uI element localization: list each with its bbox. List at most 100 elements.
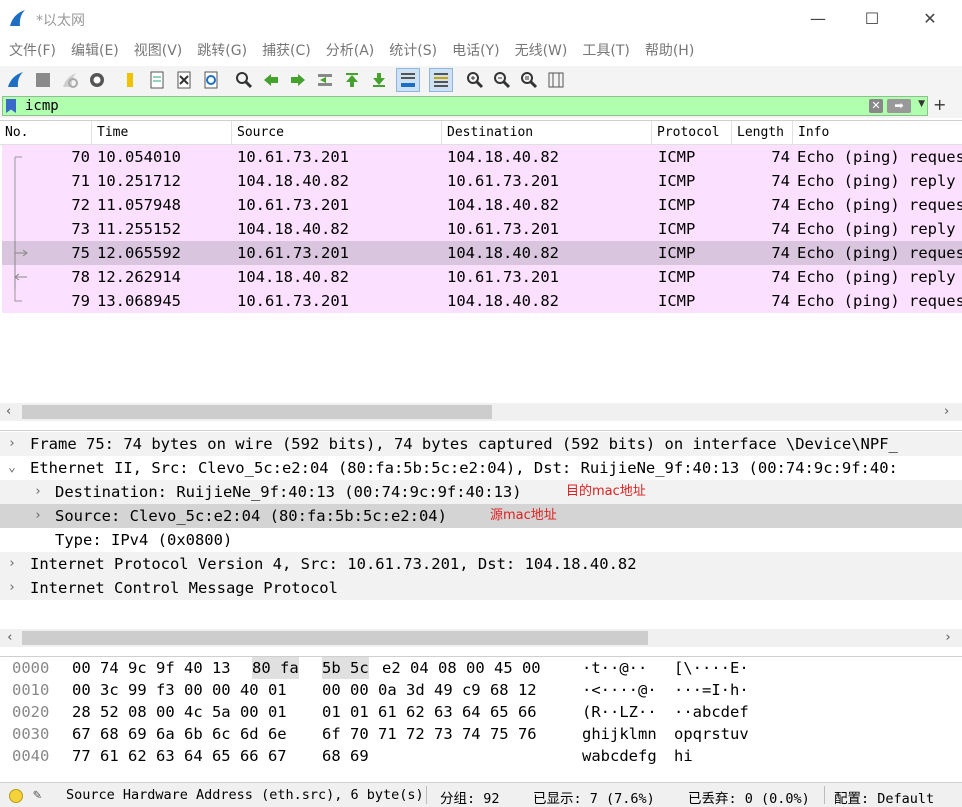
expand-chevron-icon[interactable]: › xyxy=(34,480,42,504)
cell-info: Echo (ping) request xyxy=(797,244,962,262)
byte-row[interactable]: 0030 67 68 69 6a 6b 6c 6d 6e 6f 70 71 72 7… xyxy=(0,723,962,745)
maximize-button[interactable]: ☐ xyxy=(860,8,884,28)
resize-columns-icon[interactable] xyxy=(544,68,568,92)
add-filter-button-icon[interactable]: + xyxy=(933,95,946,114)
go-forward-icon[interactable] xyxy=(286,68,310,92)
filter-dropdown-icon[interactable]: ▼ xyxy=(918,99,925,109)
cell-info: Echo (ping) reply xyxy=(797,268,956,286)
packet-row[interactable]: 75 12.065592 10.61.73.201 104.18.40.82 ICMP 7… xyxy=(2,241,962,265)
column-destination[interactable]: Destination xyxy=(442,121,652,145)
packet-row[interactable]: 78 12.262914 104.18.40.82 10.61.73.201 ICMP 7… xyxy=(2,265,962,289)
options-gear-icon[interactable] xyxy=(85,68,109,92)
status-packets: 分组: 92 xyxy=(440,791,500,807)
column-info[interactable]: Info xyxy=(793,121,962,145)
byte-row[interactable]: 0010 00 3c 99 f3 00 00 40 01 00 00 0a 3d 4… xyxy=(0,679,962,701)
detail-frame[interactable]: › Frame 75: 74 bytes on wire (592 bits),… xyxy=(0,432,962,456)
column-time[interactable]: Time xyxy=(92,121,232,145)
ascii-bytes: opqrstuv xyxy=(674,725,749,743)
menu-file[interactable]: 文件(F) xyxy=(9,38,56,64)
file-icon[interactable] xyxy=(145,68,169,92)
cell-info: Echo (ping) request xyxy=(797,196,962,214)
go-to-packet-icon[interactable] xyxy=(313,68,337,92)
shark-fin-start-icon[interactable] xyxy=(4,68,28,92)
expand-chevron-icon[interactable]: › xyxy=(34,504,42,528)
normal-size-icon[interactable] xyxy=(517,68,541,92)
scroll-left-icon[interactable]: ‹ xyxy=(6,630,14,645)
capture-status-icon[interactable] xyxy=(9,789,23,803)
ascii-bytes: hi xyxy=(674,747,693,765)
stop-icon[interactable] xyxy=(31,68,55,92)
scroll-thumb[interactable] xyxy=(22,631,648,645)
minimize-button[interactable]: — xyxy=(806,8,830,28)
cell-info: Echo (ping) request xyxy=(797,292,962,310)
packet-details: › Frame 75: 74 bytes on wire (592 bits),… xyxy=(0,430,962,650)
zoom-out-icon[interactable] xyxy=(490,68,514,92)
reload-icon[interactable] xyxy=(199,68,223,92)
filter-value[interactable]: icmp xyxy=(25,98,59,114)
detail-eth-source[interactable]: › Source: Clevo_5c:e2:04 (80:fa:5b:5c:e2… xyxy=(0,504,962,528)
filter-bookmark-icon[interactable] xyxy=(6,99,16,113)
column-length[interactable]: Length xyxy=(732,121,793,145)
expand-chevron-icon[interactable]: › xyxy=(8,552,16,576)
byte-row[interactable]: 0020 28 52 08 00 4c 5a 00 01 01 01 61 62 6… xyxy=(0,701,962,723)
apply-filter-icon[interactable]: ➡ xyxy=(887,99,911,113)
capture-comment-icon[interactable]: ✎ xyxy=(33,787,41,803)
column-source[interactable]: Source xyxy=(232,121,442,145)
detail-eth-type[interactable]: Type: IPv4 (0x0800) xyxy=(0,528,962,552)
menu-edit[interactable]: 编辑(E) xyxy=(71,38,119,64)
details-hscroll[interactable]: ‹ › xyxy=(0,629,962,647)
collapse-chevron-icon[interactable]: ⌄ xyxy=(8,456,16,480)
menu-go[interactable]: 跳转(G) xyxy=(197,38,247,64)
close-button[interactable]: ✕ xyxy=(918,8,942,28)
related-packet-icon xyxy=(14,217,16,241)
menu-wireless[interactable]: 无线(W) xyxy=(515,38,568,64)
menu-analyze[interactable]: 分析(A) xyxy=(326,38,375,64)
scroll-thumb[interactable] xyxy=(22,405,492,419)
cell-source: 104.18.40.82 xyxy=(237,172,349,190)
menu-telephony[interactable]: 电话(Y) xyxy=(452,38,499,64)
column-no[interactable]: No. xyxy=(0,121,92,145)
cell-destination: 104.18.40.82 xyxy=(447,148,559,166)
detail-ethernet[interactable]: ⌄ Ethernet II, Src: Clevo_5c:e2:04 (80:f… xyxy=(0,456,962,480)
open-folder-icon[interactable] xyxy=(118,68,142,92)
clear-filter-icon[interactable]: ✕ xyxy=(869,99,883,113)
menu-help[interactable]: 帮助(H) xyxy=(645,38,694,64)
menu-capture[interactable]: 捕获(C) xyxy=(262,38,311,64)
ascii-bytes: [\····E· xyxy=(674,659,749,677)
cell-no: 71 xyxy=(71,172,90,190)
packet-row[interactable]: 71 10.251712 104.18.40.82 10.61.73.201 ICMP 7… xyxy=(2,169,962,193)
packet-row[interactable]: 79 13.068945 10.61.73.201 104.18.40.82 ICMP 7… xyxy=(2,289,962,313)
menu-statistics[interactable]: 统计(S) xyxy=(389,38,437,64)
go-back-icon[interactable] xyxy=(259,68,283,92)
packet-row[interactable]: 73 11.255152 104.18.40.82 10.61.73.201 ICMP 7… xyxy=(2,217,962,241)
packet-row[interactable]: 72 11.057948 10.61.73.201 104.18.40.82 ICMP 7… xyxy=(2,193,962,217)
scroll-right-icon[interactable]: › xyxy=(944,404,949,419)
cell-source: 104.18.40.82 xyxy=(237,220,349,238)
packet-list-hscroll[interactable]: ‹ › xyxy=(0,403,962,421)
colorize-icon[interactable] xyxy=(429,68,453,92)
first-packet-icon[interactable] xyxy=(340,68,364,92)
packet-row[interactable]: 70 10.054010 10.61.73.201 104.18.40.82 ICMP 7… xyxy=(2,145,962,169)
scroll-right-icon[interactable]: › xyxy=(944,630,952,645)
restart-icon[interactable] xyxy=(58,68,82,92)
menu-tools[interactable]: 工具(T) xyxy=(582,38,629,64)
zoom-in-icon[interactable] xyxy=(463,68,487,92)
detail-ipv4[interactable]: › Internet Protocol Version 4, Src: 10.6… xyxy=(0,552,962,576)
display-filter-input[interactable]: icmp ✕ ➡ ▼ xyxy=(2,96,928,116)
close-file-icon[interactable] xyxy=(172,68,196,92)
last-packet-icon[interactable] xyxy=(367,68,391,92)
status-profile[interactable]: 配置: Default xyxy=(834,787,934,807)
expand-chevron-icon[interactable]: › xyxy=(8,576,16,600)
detail-eth-destination[interactable]: › Destination: RuijieNe_9f:40:13 (00:74:… xyxy=(0,480,962,504)
column-protocol[interactable]: Protocol xyxy=(652,121,732,145)
menu-view[interactable]: 视图(V) xyxy=(134,38,183,64)
expand-chevron-icon[interactable]: › xyxy=(8,432,16,456)
scroll-left-icon[interactable]: ‹ xyxy=(6,404,11,419)
main-toolbar xyxy=(0,66,962,94)
find-packet-icon[interactable] xyxy=(232,68,256,92)
cell-length: 74 xyxy=(771,220,790,238)
autoscroll-icon[interactable] xyxy=(396,68,420,92)
byte-row[interactable]: 0040 77 61 62 63 64 65 66 67 68 69 wabcdefg… xyxy=(0,745,962,767)
detail-icmp[interactable]: › Internet Control Message Protocol xyxy=(0,576,962,600)
byte-row[interactable]: 0000 00 74 9c 9f 40 13 80 fa 5b 5c e2 04 08 … xyxy=(0,657,962,679)
